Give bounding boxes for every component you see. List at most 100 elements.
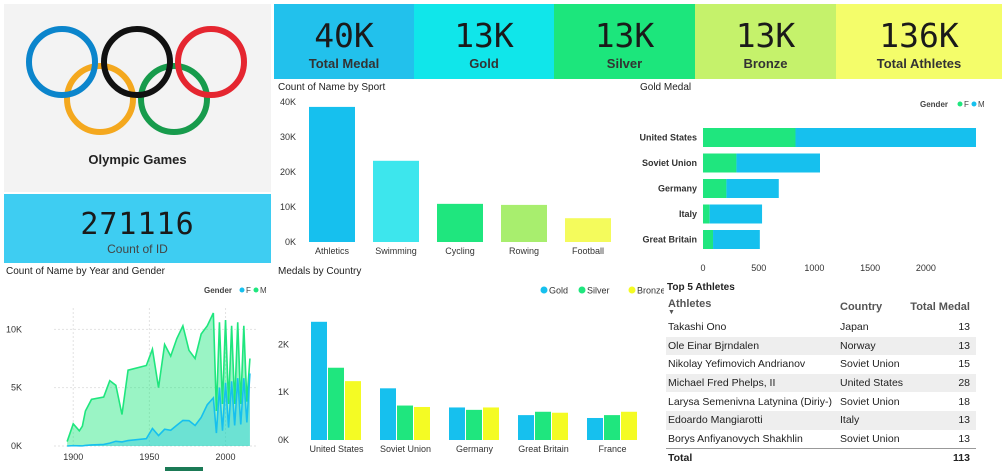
black-ring bbox=[101, 26, 173, 98]
bar bbox=[483, 407, 499, 440]
green-ring bbox=[138, 63, 210, 135]
table-row[interactable]: Michael Fred Phelps, II United States 28 bbox=[666, 373, 976, 393]
bar bbox=[397, 405, 413, 440]
bar-segment bbox=[703, 128, 796, 147]
bar bbox=[565, 218, 611, 242]
kpi-value: 40K bbox=[314, 16, 374, 55]
y-tick-label: 0K bbox=[278, 435, 289, 445]
y-tick-label: 0K bbox=[285, 237, 296, 247]
table-row[interactable]: Edoardo Mangiarotti Italy 13 bbox=[666, 410, 976, 430]
cell-athlete: Edoardo Mangiarotti bbox=[666, 410, 838, 430]
x-tick-label: Athletics bbox=[315, 246, 350, 256]
table-row[interactable]: Takashi Ono Japan 13 bbox=[666, 318, 976, 337]
cell-total-value: 113 bbox=[908, 447, 976, 467]
cell-country: Soviet Union bbox=[838, 429, 908, 449]
legend-label-f: F bbox=[964, 100, 969, 109]
cell-country: Japan bbox=[838, 318, 908, 337]
y-tick-label: 10K bbox=[6, 324, 22, 334]
kpi-label: Total Athletes bbox=[876, 56, 962, 71]
y-tick-label: 0K bbox=[11, 441, 22, 451]
bar bbox=[328, 367, 344, 440]
table-row[interactable]: Borys Anfiyanovych Shakhlin Soviet Union… bbox=[666, 429, 976, 449]
year-gender-area-chart: Gender F M 0K 5K 10K 1900 1950 2000 bbox=[6, 286, 267, 462]
table-row[interactable]: Nikolay Yefimovich Andrianov Soviet Unio… bbox=[666, 355, 976, 374]
y-tick-label: 1K bbox=[278, 387, 289, 397]
bar-segment bbox=[703, 179, 727, 198]
bar bbox=[309, 106, 355, 243]
legend-dot-m bbox=[971, 101, 977, 107]
table-row[interactable]: Larysa Semenivna Latynina (Diriy-) Sovie… bbox=[666, 392, 976, 411]
bar-segment bbox=[703, 204, 710, 224]
kpi-value: 13K bbox=[735, 16, 796, 55]
bar bbox=[345, 381, 361, 440]
x-tick-label: 1900 bbox=[63, 452, 83, 462]
logo-title: Olympic Games bbox=[88, 152, 187, 167]
x-tick-label: Soviet Union bbox=[380, 444, 431, 454]
bar bbox=[621, 411, 637, 440]
kpi-value: 136K bbox=[879, 16, 959, 55]
x-tick-label: 0 bbox=[700, 263, 705, 273]
column-header-athletes[interactable]: Athletes ▼ bbox=[666, 296, 838, 318]
x-tick-label: Great Britain bbox=[518, 444, 569, 454]
x-tick-label: Football bbox=[572, 246, 604, 256]
cell-country: United States bbox=[838, 373, 908, 393]
legend-label-m: M bbox=[978, 100, 985, 109]
legend-title: Gender bbox=[204, 286, 232, 295]
x-tick-label: 1950 bbox=[139, 452, 159, 462]
cell-athlete: Takashi Ono bbox=[666, 318, 838, 337]
y-tick-label: Great Britain bbox=[642, 235, 697, 245]
column-header-country[interactable]: Country bbox=[838, 296, 908, 318]
cell-total: 13 bbox=[908, 336, 976, 356]
legend-dot bbox=[578, 286, 586, 294]
table-row[interactable]: Ole Einar Bjrndalen Norway 13 bbox=[666, 336, 976, 356]
horizontal-scrollbar[interactable] bbox=[165, 467, 203, 471]
cell-empty bbox=[838, 447, 908, 467]
bar bbox=[604, 415, 620, 440]
cell-total: 13 bbox=[908, 429, 976, 449]
kpi-silver: 13K Silver bbox=[554, 4, 695, 79]
bar bbox=[552, 412, 568, 440]
bar-segment bbox=[726, 179, 779, 198]
column-header-total-medal[interactable]: Total Medal bbox=[908, 296, 976, 318]
cell-total: 15 bbox=[908, 355, 976, 374]
blue-ring bbox=[26, 26, 98, 98]
cell-athlete: Ole Einar Bjrndalen bbox=[666, 336, 838, 356]
cell-country: Soviet Union bbox=[838, 355, 908, 374]
legend-dot-f bbox=[239, 287, 245, 293]
x-tick-label: 1000 bbox=[804, 263, 824, 273]
logo-card: Olympic Games bbox=[4, 4, 271, 192]
bar bbox=[501, 204, 547, 242]
bar-segment bbox=[709, 204, 763, 224]
sort-down-icon: ▼ bbox=[668, 309, 675, 316]
y-tick-label: United States bbox=[639, 133, 697, 143]
bar-segment bbox=[736, 153, 820, 173]
x-tick-label: Swimming bbox=[375, 246, 417, 256]
cell-athlete: Michael Fred Phelps, II bbox=[666, 373, 838, 393]
legend-dot bbox=[628, 286, 636, 294]
top5-table: Athletes ▼ Country Total Medal Takashi On… bbox=[666, 296, 976, 467]
cell-country: Norway bbox=[838, 336, 908, 356]
bar bbox=[466, 409, 482, 440]
yellow-ring bbox=[64, 63, 136, 135]
bar bbox=[414, 406, 430, 440]
legend-dot-m bbox=[253, 287, 259, 293]
legend-label: Gold bbox=[549, 286, 568, 296]
kpi-total-athletes: 136K Total Athletes bbox=[836, 4, 1002, 79]
x-tick-label: 500 bbox=[751, 263, 766, 273]
x-tick-label: 1500 bbox=[860, 263, 880, 273]
bar bbox=[380, 388, 396, 440]
bar bbox=[587, 417, 603, 440]
legend-dot bbox=[540, 286, 548, 294]
cell-total-label: Total bbox=[666, 447, 838, 467]
legend-label-f: F bbox=[246, 286, 251, 295]
medals-by-country-chart: Gold Silver Bronze 0K 1K 2K United States Sovie… bbox=[278, 286, 664, 455]
cell-total: 13 bbox=[908, 410, 976, 430]
cell-athlete: Nikolay Yefimovich Andrianov bbox=[666, 355, 838, 374]
kpi-value: 13K bbox=[454, 16, 514, 55]
bar-segment bbox=[703, 230, 714, 249]
bar bbox=[535, 411, 551, 440]
kpi-total-medal: 40K Total Medal bbox=[274, 4, 414, 79]
y-tick-label: 10K bbox=[280, 202, 296, 212]
y-tick-label: 5K bbox=[11, 383, 22, 393]
legend-label: Bronze bbox=[637, 286, 664, 296]
